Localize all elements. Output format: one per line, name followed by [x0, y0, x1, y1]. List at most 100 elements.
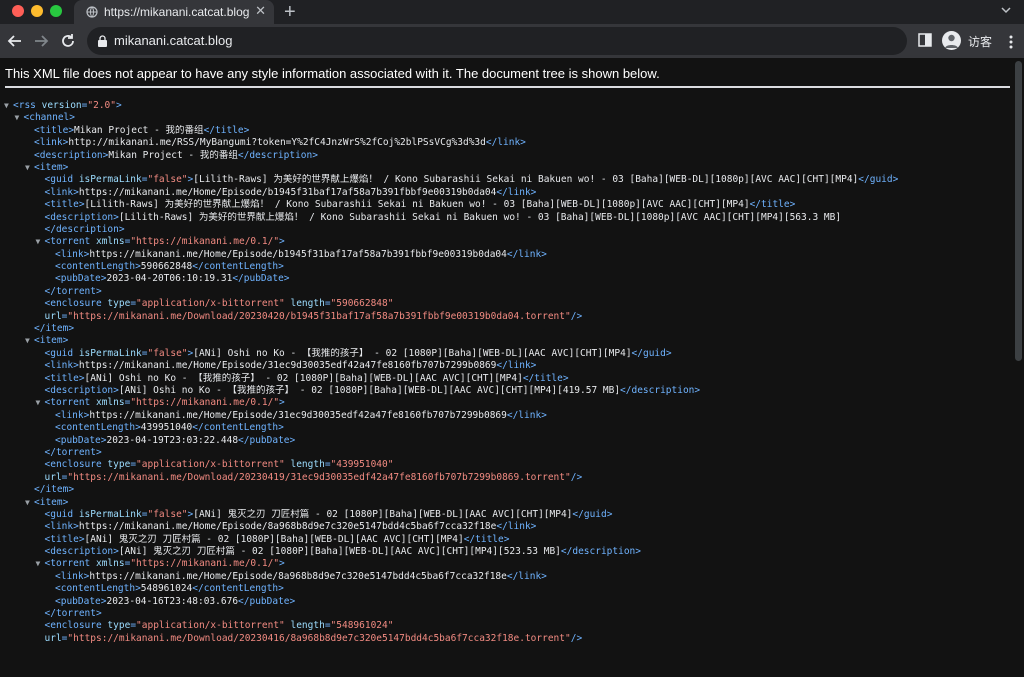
xml-line: <link>http://mikanani.me/RSS/MyBangumi?t…	[4, 137, 1014, 149]
side-panel-icon[interactable]	[918, 33, 932, 47]
xml-tag: <link>	[44, 186, 79, 198]
collapse-triangle-icon[interactable]: ▼	[25, 335, 34, 347]
xml-line: <contentLength>590662848</contentLength>	[4, 261, 1014, 273]
collapse-triangle-icon[interactable]: ▼	[36, 558, 45, 570]
xml-line: </torrent>	[4, 608, 1014, 620]
xml-tag: <enclosure	[44, 620, 102, 632]
xml-line: <pubDate>2023-04-19T23:03:22.448</pubDat…	[4, 435, 1014, 447]
new-tab-button[interactable]: +	[284, 0, 296, 24]
xml-line: <description>Mikan Project - 我的番组</descr…	[4, 150, 1014, 162]
xml-aname: url	[44, 471, 62, 483]
xml-tag: </guid>	[858, 174, 899, 186]
xml-line: ▼ <torrent xmlns="https://mikanani.me/0.1…	[4, 397, 1014, 409]
xml-line: </torrent>	[4, 286, 1014, 298]
scroll-thumb[interactable]	[1015, 61, 1022, 361]
xml-aname: type	[101, 620, 131, 632]
xml-tag: <description>	[44, 546, 119, 558]
xml-aval: "https://mikanani.me/0.1/"	[130, 397, 280, 409]
tab-close-icon[interactable]: ✕	[255, 3, 266, 19]
xml-tag: <torrent	[44, 397, 91, 409]
xml-tag: <link>	[44, 360, 79, 372]
xml-tag: </contentLength>	[192, 422, 284, 434]
reload-icon[interactable]	[57, 30, 79, 52]
scrollbar[interactable]	[1012, 58, 1024, 677]
url-text[interactable]: mikanani.catcat.blog	[114, 33, 233, 48]
tab-title: https://mikanani.catcat.blog	[104, 5, 250, 19]
xml-txt: [ANi] 鬼灭之刃 刀匠村篇 - 02 [1080P][Baha][WEB-D…	[193, 508, 573, 520]
xml-tag: <title>	[44, 199, 85, 211]
forward-arrow-icon[interactable]	[30, 30, 52, 52]
chevron-down-icon[interactable]	[1000, 4, 1012, 16]
xml-aname: url	[44, 310, 62, 322]
xml-line: ▼ <item>	[4, 335, 1014, 347]
xml-tag: <contentLength>	[55, 583, 141, 595]
xml-txt: https://mikanani.me/Home/Episode/8a968b8…	[89, 570, 507, 582]
xml-line: <title>[ANi] Oshi no Ko - 【我推的孩子】 - 02 […	[4, 373, 1014, 385]
xml-txt: [Lilith-Raws] 为美好的世界献上爆焰！ / Kono Subaras…	[193, 174, 859, 186]
xml-txt: 439951040	[140, 422, 193, 434]
xml-tag: <link>	[44, 521, 79, 533]
xml-tag: <description>	[44, 384, 119, 396]
xml-aname: isPermaLink	[73, 347, 142, 359]
xml-txt: https://mikanani.me/Home/Episode/31ec9d3…	[78, 360, 497, 372]
xml-line: <link>https://mikanani.me/Home/Episode/3…	[4, 360, 1014, 372]
xml-aname: xmlns	[90, 558, 125, 570]
xml-aval: "https://mikanani.me/Download/20230416/8…	[67, 632, 571, 644]
xml-aname: xmlns	[90, 236, 125, 248]
person-icon	[945, 34, 958, 48]
xml-aval: "application/x-bittorrent"	[136, 459, 285, 471]
xml-aname: xmlns	[90, 397, 125, 409]
xml-tag: </item>	[34, 484, 75, 496]
xml-line: <description>[ANi] 鬼灭之刃 刀匠村篇 - 02 [1080P…	[4, 546, 1014, 558]
xml-line: <contentLength>439951040</contentLength>	[4, 422, 1014, 434]
divider	[5, 86, 1010, 88]
xml-tag: <rss	[13, 100, 36, 111]
collapse-triangle-icon[interactable]: ▼	[36, 397, 45, 409]
xml-tag: </link>	[496, 186, 537, 198]
collapse-triangle-icon[interactable]: ▼	[15, 112, 24, 124]
profile-button[interactable]: 访客	[940, 30, 1020, 52]
close-window-button[interactable]	[12, 5, 24, 17]
collapse-triangle-icon[interactable]: ▼	[36, 236, 45, 248]
xml-line: url="https://mikanani.me/Download/202304…	[4, 472, 1014, 484]
xml-tag: </title>	[203, 124, 250, 136]
xml-tag: <contentLength>	[55, 422, 141, 434]
xml-aval: "application/x-bittorrent"	[136, 298, 285, 310]
zoom-window-button[interactable]	[50, 5, 62, 17]
xml-txt: 2023-04-16T23:48:03.676	[106, 595, 239, 607]
xml-tag: <channel>	[23, 112, 75, 124]
back-arrow-icon[interactable]	[4, 30, 26, 52]
xml-line: url="https://mikanani.me/Download/202304…	[4, 311, 1014, 323]
xml-line: <guid isPermaLink="false">[Lilith-Raws] …	[4, 174, 1014, 186]
xml-aval: "https://mikanani.me/0.1/"	[130, 236, 280, 248]
xml-txt: 548961024	[140, 583, 193, 595]
xml-aname: type	[101, 459, 131, 471]
minimize-window-button[interactable]	[31, 5, 43, 17]
xml-tag: <pubDate>	[55, 273, 107, 285]
collapse-triangle-icon[interactable]: ▼	[25, 162, 34, 174]
more-menu-icon[interactable]	[1009, 35, 1013, 49]
xml-tag: <enclosure	[44, 298, 102, 310]
xml-tag: </title>	[749, 199, 796, 211]
xml-tag: <pubDate>	[55, 595, 107, 607]
xml-line: </item>	[4, 323, 1014, 335]
xml-tag: </torrent>	[44, 608, 102, 620]
xml-aval: "application/x-bittorrent"	[136, 620, 285, 632]
lock-icon[interactable]	[97, 35, 108, 47]
xml-line: <title>[Lilith-Raws] 为美好的世界献上爆焰！ / Kono …	[4, 199, 1014, 211]
browser-tab[interactable]: https://mikanani.catcat.blog ✕	[74, 0, 274, 24]
xml-tag: >	[279, 558, 285, 570]
xml-aname: url	[44, 632, 62, 644]
xml-line: <guid isPermaLink="false">[ANi] Oshi no …	[4, 348, 1014, 360]
collapse-triangle-icon[interactable]: ▼	[4, 100, 13, 112]
xml-txt: [ANi] 鬼灭之刃 刀匠村篇 - 02 [1080P][Baha][WEB-D…	[118, 546, 561, 558]
xml-txt: 590662848	[140, 261, 193, 273]
xml-tag: <torrent	[44, 558, 91, 570]
xml-tag: <link>	[55, 248, 90, 260]
address-bar[interactable]: mikanani.catcat.blog	[87, 27, 907, 55]
profile-name: 访客	[968, 35, 993, 49]
xml-tag: <link>	[55, 570, 90, 582]
xml-tag: </link>	[496, 360, 537, 372]
xml-tag: <description>	[34, 149, 109, 161]
collapse-triangle-icon[interactable]: ▼	[25, 497, 34, 509]
